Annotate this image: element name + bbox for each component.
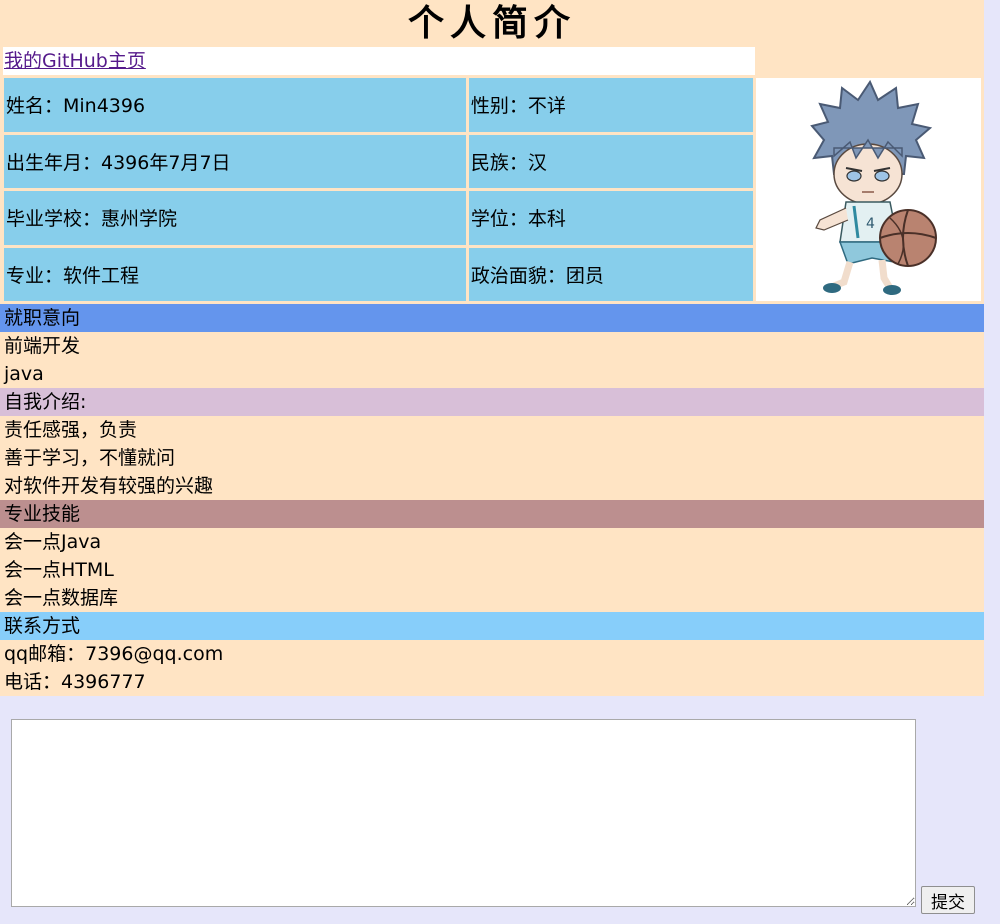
comment-textarea[interactable] — [11, 719, 916, 907]
github-link[interactable]: 我的GitHub主页 — [3, 47, 755, 75]
list-item: java — [4, 363, 44, 385]
list-item: 电话：4396777 — [4, 671, 146, 693]
list-item: 会一点数据库 — [4, 587, 119, 609]
list-item: 对软件开发有较强的兴趣 — [4, 475, 214, 497]
list-item: 会一点HTML — [4, 559, 114, 581]
skills-heading: 专业技能 — [0, 500, 984, 528]
submit-button[interactable]: 提交 — [921, 886, 975, 914]
school-cell: 毕业学校：惠州学院 — [4, 191, 466, 245]
list-item: 善于学习，不懂就问 — [4, 447, 176, 469]
politics-cell: 政治面貌：团员 — [468, 247, 754, 301]
resume-container: 个人简介 我的GitHub主页 姓名：Min4396 性别：不详 4 出生年月：… — [0, 0, 984, 696]
gender-cell: 性别：不详 — [468, 78, 754, 132]
info-row: 姓名：Min4396 性别：不详 4 — [4, 78, 981, 301]
list-item: qq邮箱：7396@qq.com — [4, 643, 224, 665]
page-title: 个人简介 — [407, 2, 576, 44]
degree-cell: 学位：本科 — [468, 191, 754, 245]
list-item: 责任感强，负责 — [4, 419, 138, 441]
contact-heading: 联系方式 — [0, 612, 984, 640]
profile-photo: 4 — [756, 78, 981, 301]
job-intention-heading: 就职意向 — [0, 304, 984, 332]
name-cell: 姓名：Min4396 — [4, 78, 466, 132]
list-item: 会一点Java — [4, 531, 102, 553]
birth-cell: 出生年月：4396年7月7日 — [4, 134, 466, 188]
ethnicity-cell: 民族：汉 — [468, 134, 754, 188]
github-link-bar: 我的GitHub主页 — [0, 47, 984, 75]
personal-info-table: 姓名：Min4396 性别：不详 4 出生年月：4396年7月7日 民族：汉 毕… — [1, 75, 984, 304]
major-cell: 专业：软件工程 — [4, 247, 466, 301]
self-intro-heading: 自我介绍: — [0, 388, 984, 416]
avatar-image: 4 — [809, 79, 937, 295]
svg-text:4: 4 — [866, 216, 875, 232]
list-item: 前端开发 — [4, 335, 81, 357]
